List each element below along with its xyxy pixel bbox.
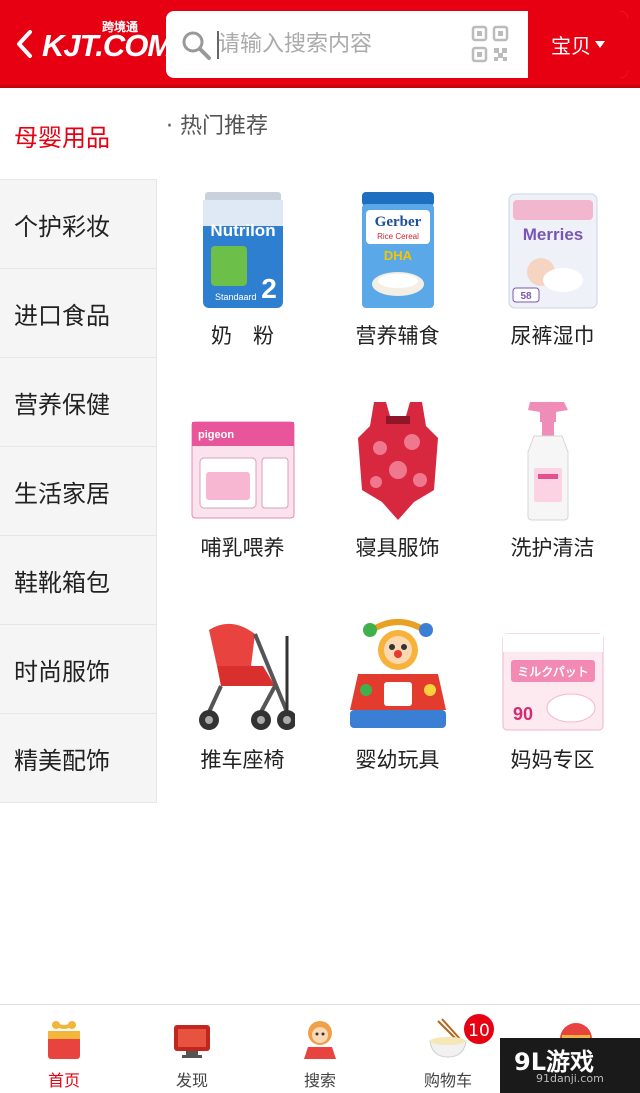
tab-label: 发现 bbox=[175, 1071, 208, 1090]
sidebar-item-shoes-bags[interactable]: 鞋靴箱包 bbox=[0, 536, 157, 625]
top-header: KJT.COM 跨境通 请输入搜索内容 宝贝 bbox=[0, 0, 640, 88]
grid-item-label: 哺乳喂养 bbox=[200, 536, 285, 560]
tab-label: 搜索 bbox=[303, 1071, 336, 1090]
gerber-line: Rice Cereal bbox=[377, 232, 419, 241]
sidebar-item-label: 生活家居 bbox=[14, 479, 110, 508]
search-scope-dropdown[interactable]: 宝贝 bbox=[526, 11, 628, 78]
grid-item-bedding-apparel[interactable]: 寝具服饰 bbox=[320, 392, 475, 582]
site-watermark: 9L游戏 91danji.com bbox=[500, 1038, 640, 1093]
logo-subtext: 跨境通 bbox=[102, 20, 139, 34]
nutrilon-stage: 2 bbox=[261, 273, 277, 304]
grid-item-label: 洗护清洁 bbox=[510, 536, 595, 560]
sidebar-item-label: 时尚服饰 bbox=[14, 657, 110, 686]
nursing-pads-icon: ミルクパット 90 bbox=[502, 633, 604, 731]
sidebar-item-home[interactable]: 生活家居 bbox=[0, 447, 157, 536]
sidebar-item-cosmetics[interactable]: 个护彩妆 bbox=[0, 180, 157, 269]
sidebar-item-label: 个护彩妆 bbox=[14, 212, 110, 241]
sidebar-item-label: 进口食品 bbox=[14, 301, 110, 330]
grid-item-mom-zone[interactable]: ミルクパット 90 妈妈专区 bbox=[475, 604, 630, 794]
search-bar: 宝贝 bbox=[166, 11, 628, 78]
grid-item-feeding[interactable]: pigeon 哺乳喂养 bbox=[165, 392, 320, 582]
activity-toy-icon bbox=[350, 619, 446, 728]
tab-home[interactable]: 首页 bbox=[0, 1005, 128, 1093]
sidebar-item-imported-food[interactable]: 进口食品 bbox=[0, 269, 157, 358]
chevron-down-icon bbox=[595, 41, 605, 48]
mascot-icon bbox=[304, 1021, 336, 1059]
home-gift-icon bbox=[48, 1021, 80, 1059]
diaper-pack-icon: Merries 58 bbox=[508, 193, 598, 309]
grid-item-label: 婴幼玩具 bbox=[355, 748, 440, 772]
sterilizer-box-icon: pigeon bbox=[191, 421, 295, 519]
tab-search[interactable]: 搜索 bbox=[256, 1005, 384, 1093]
search-scope-label: 宝贝 bbox=[551, 34, 591, 58]
grid-item-label: 妈妈专区 bbox=[510, 748, 595, 772]
nutrilon-variant: Standaard bbox=[215, 292, 257, 302]
qr-scan-icon[interactable] bbox=[471, 25, 509, 63]
search-icon bbox=[182, 31, 211, 60]
tab-label: 首页 bbox=[47, 1071, 80, 1090]
category-sidebar: 母婴用品 个护彩妆 进口食品 营养保健 生活家居 鞋靴箱包 时尚服饰 精美配饰 bbox=[0, 91, 157, 803]
pigeon-brand: pigeon bbox=[198, 429, 234, 441]
cart-count-badge: 10 bbox=[462, 1012, 496, 1046]
merries-size: 58 bbox=[520, 291, 532, 302]
grid-item-diapers[interactable]: Merries 58 尿裤湿巾 bbox=[475, 180, 630, 370]
grid-item-toys[interactable]: 婴幼玩具 bbox=[320, 604, 475, 794]
grid-item-strollers[interactable]: 推车座椅 bbox=[165, 604, 320, 794]
grid-item-label: 尿裤湿巾 bbox=[510, 324, 595, 348]
spray-bottle-icon bbox=[527, 402, 569, 521]
sidebar-item-label: 母婴用品 bbox=[14, 123, 110, 152]
grid-item-baby-food[interactable]: Gerber Rice Cereal DHA 营养辅食 bbox=[320, 180, 475, 370]
tv-icon bbox=[174, 1025, 210, 1058]
gerber-brand: Gerber bbox=[375, 214, 422, 230]
back-arrow-icon[interactable] bbox=[12, 26, 38, 62]
baby-swimsuit-icon bbox=[358, 402, 438, 520]
sidebar-item-label: 精美配饰 bbox=[14, 746, 110, 775]
sidebar-item-accessories[interactable]: 精美配饰 bbox=[0, 714, 157, 803]
stroller-icon bbox=[199, 623, 295, 730]
grid-item-label: 推车座椅 bbox=[200, 748, 285, 772]
tab-discover[interactable]: 发现 bbox=[128, 1005, 256, 1093]
merries-brand: Merries bbox=[523, 225, 583, 244]
cereal-can-icon: Gerber Rice Cereal DHA bbox=[362, 192, 434, 308]
milk-powder-can-icon: Nutrilon Standaard 2 bbox=[203, 192, 283, 308]
nutrilon-brand: Nutrilon bbox=[210, 221, 275, 240]
kjt-logo[interactable]: KJT.COM 跨境通 bbox=[42, 20, 173, 66]
watermark-url: 91danji.com bbox=[536, 1072, 604, 1085]
sidebar-item-health[interactable]: 营养保健 bbox=[0, 358, 157, 447]
sidebar-item-label: 营养保健 bbox=[14, 390, 110, 419]
grid-item-label: 营养辅食 bbox=[355, 324, 440, 348]
sidebar-item-fashion[interactable]: 时尚服饰 bbox=[0, 625, 157, 714]
grid-item-milk-powder[interactable]: Nutrilon Standaard 2 奶 粉 bbox=[165, 180, 320, 370]
gerber-tag: DHA bbox=[384, 248, 413, 263]
grid-item-label: 寝具服饰 bbox=[355, 536, 440, 560]
sidebar-item-label: 鞋靴箱包 bbox=[14, 568, 110, 597]
grid-item-cleaning[interactable]: 洗护清洁 bbox=[475, 392, 630, 582]
sidebar-item-baby[interactable]: 母婴用品 bbox=[0, 91, 157, 180]
search-input[interactable] bbox=[218, 25, 458, 63]
grid-item-label: 奶 粉 bbox=[211, 324, 274, 348]
pads-count: 90 bbox=[513, 704, 533, 724]
tab-label: 购物车 bbox=[423, 1071, 472, 1090]
pads-title: ミルクパット bbox=[517, 665, 588, 679]
section-title: · 热门推荐 bbox=[166, 114, 268, 139]
